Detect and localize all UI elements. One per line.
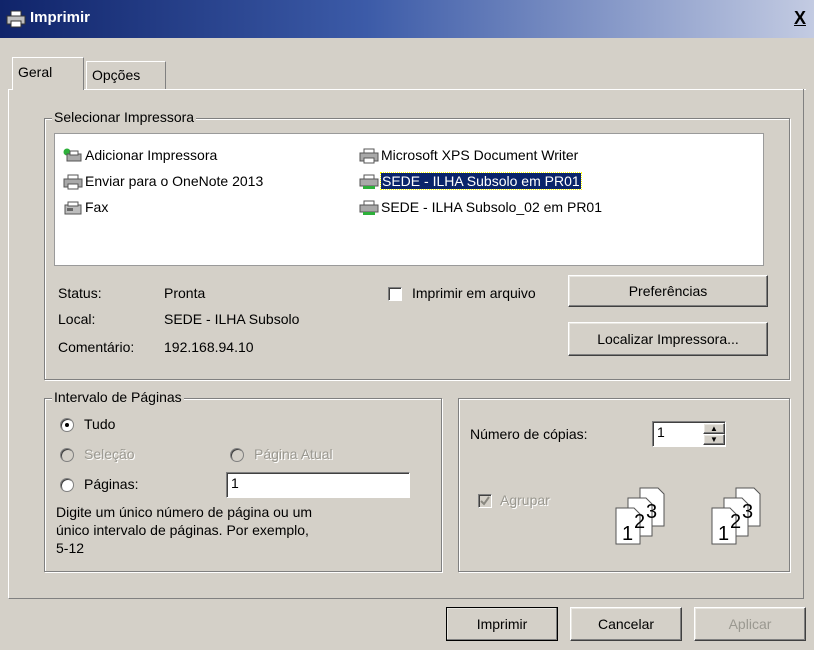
help-text-line1: Digite um único número de página ou um xyxy=(56,504,313,520)
radio-pages[interactable] xyxy=(60,478,74,492)
collate-label[interactable]: Agrupar xyxy=(500,492,550,508)
print-to-file-label[interactable]: Imprimir em arquivo xyxy=(412,285,536,301)
radio-selection[interactable] xyxy=(60,448,74,462)
radio-current-page[interactable] xyxy=(230,448,244,462)
copies-value: 1 xyxy=(657,424,665,440)
radio-current-page-label[interactable]: Página Atual xyxy=(254,446,333,462)
spin-down-icon[interactable]: ▼ xyxy=(703,434,725,445)
local-label: Local: xyxy=(58,311,96,327)
collate-digit-3a: 3 xyxy=(646,501,657,523)
help-text-line3: 5-12 xyxy=(56,540,85,556)
comment-value: 192.168.94.10 xyxy=(164,339,254,355)
printer-item-onenote[interactable]: Enviar para o OneNote 2013 xyxy=(63,170,263,192)
window-title: Imprimir xyxy=(30,9,91,26)
tab-geral[interactable]: Geral xyxy=(12,57,84,90)
status-label: Status: xyxy=(58,285,102,301)
printer-name: SEDE - ILHA Subsolo em PR01 xyxy=(380,172,582,190)
fax-icon xyxy=(63,200,83,216)
collate-checkbox[interactable] xyxy=(478,494,492,508)
printer-item-fax[interactable]: Fax xyxy=(63,196,108,218)
title-bar xyxy=(0,0,814,38)
radio-pages-label[interactable]: Páginas: xyxy=(84,476,138,492)
apply-button[interactable]: Aplicar xyxy=(694,607,806,641)
printer-item-xps[interactable]: Microsoft XPS Document Writer xyxy=(359,144,578,166)
printer-icon xyxy=(63,174,83,190)
printer-item-sede-02[interactable]: SEDE - ILHA Subsolo_02 em PR01 xyxy=(359,196,602,218)
pages-input[interactable]: 1 xyxy=(226,472,410,498)
cancel-button[interactable]: Cancelar xyxy=(570,607,682,641)
close-button[interactable]: X xyxy=(790,8,810,28)
radio-all[interactable] xyxy=(60,418,74,432)
preferences-button[interactable]: Preferências xyxy=(568,275,768,307)
printer-group-label: Selecionar Impressora xyxy=(52,109,197,125)
printer-icon xyxy=(359,148,379,164)
help-text-line2: único intervalo de páginas. Por exemplo, xyxy=(56,522,309,538)
network-printer-icon xyxy=(359,200,379,216)
printer-name: SEDE - ILHA Subsolo_02 em PR01 xyxy=(381,199,603,215)
printer-name: Enviar para o OneNote 2013 xyxy=(85,173,264,189)
printer-item-sede-selected[interactable]: SEDE - ILHA Subsolo em PR01 xyxy=(359,170,582,192)
printer-name: Fax xyxy=(85,199,109,215)
collate-digit-2a: 2 xyxy=(634,511,645,533)
radio-selection-label[interactable]: Seleção xyxy=(84,446,135,462)
spin-up-icon[interactable]: ▲ xyxy=(703,423,725,434)
collate-digit-2b: 2 xyxy=(730,511,741,533)
print-button[interactable]: Imprimir xyxy=(446,607,558,641)
copies-label: Número de cópias: xyxy=(470,426,588,442)
tab-opcoes[interactable]: Opções xyxy=(86,61,166,89)
page-range-label: Intervalo de Páginas xyxy=(52,389,184,405)
radio-all-label[interactable]: Tudo xyxy=(84,416,115,432)
add-printer-icon xyxy=(63,148,83,164)
printer-name: Microsoft XPS Document Writer xyxy=(381,147,579,163)
local-value: SEDE - ILHA Subsolo xyxy=(164,311,300,327)
status-value: Pronta xyxy=(164,285,206,301)
collate-digit-1b: 1 xyxy=(718,523,729,545)
collate-digit-3b: 3 xyxy=(742,501,753,523)
printer-title-icon xyxy=(6,10,26,28)
find-printer-button[interactable]: Localizar Impressora... xyxy=(568,322,768,356)
comment-label: Comentário: xyxy=(58,339,135,355)
printer-item-add[interactable]: Adicionar Impressora xyxy=(63,144,217,166)
network-printer-icon xyxy=(359,174,379,190)
copies-spinner[interactable]: ▲ ▼ xyxy=(703,423,725,445)
print-to-file-checkbox[interactable] xyxy=(388,287,402,301)
collate-illustration-icon: 1 2 3 1 2 3 xyxy=(612,480,782,546)
collate-digit-1a: 1 xyxy=(622,523,633,545)
printer-list[interactable]: Adicionar Impressora Enviar para o OneNo… xyxy=(54,133,764,266)
printer-name: Adicionar Impressora xyxy=(85,147,218,163)
